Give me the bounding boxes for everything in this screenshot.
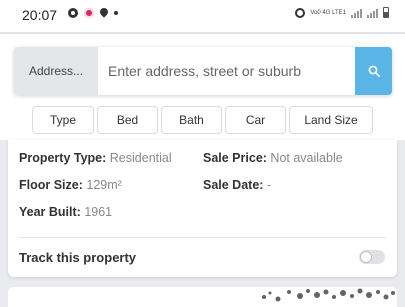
notification-icons — [68, 6, 118, 18]
instagram-icon — [84, 8, 94, 18]
battery-icon — [383, 7, 389, 18]
search-button[interactable] — [355, 47, 392, 95]
search-input[interactable] — [98, 47, 355, 95]
sale-price-value: Not available — [270, 151, 343, 165]
year-built-label: Year Built: — [19, 205, 81, 219]
location-icon — [98, 6, 110, 18]
sale-date-row: Sale Date: - — [203, 178, 271, 192]
signal-2-icon — [367, 8, 378, 18]
more-notifications-icon — [114, 11, 118, 15]
year-built-value: 1961 — [84, 205, 113, 219]
floor-size-label: Floor Size: — [19, 178, 83, 192]
track-property-label: Track this property — [19, 250, 137, 265]
track-property-toggle[interactable] — [359, 250, 385, 264]
sale-date-label: Sale Date: — [203, 178, 264, 192]
filter-bar: Type Bed Bath Car Land Size — [32, 106, 373, 134]
status-time: 20:07 — [22, 7, 58, 23]
sale-price-row: Sale Price: Not available — [203, 151, 343, 165]
sale-price-label: Sale Price: — [203, 151, 267, 165]
filter-bath[interactable]: Bath — [161, 106, 222, 134]
property-details-card: Property Type: Residential Sale Price: N… — [8, 140, 397, 277]
address-type-label: Address... — [28, 64, 84, 78]
toggle-knob — [360, 251, 372, 263]
search-bar: Address... — [14, 47, 392, 95]
sale-date-value: - — [266, 178, 272, 192]
network-type-text: Vo0 4G LTE1 — [310, 9, 346, 16]
year-built-row: Year Built: 1961 — [19, 205, 112, 219]
filter-land-size[interactable]: Land Size — [289, 106, 373, 134]
signal-icon — [351, 8, 362, 18]
status-bar: 20:07 Vo0 4G LTE1 — [0, 0, 405, 32]
floor-size-row: Floor Size: 129m² — [19, 178, 122, 192]
filter-type[interactable]: Type — [32, 106, 94, 134]
system-icons: Vo0 4G LTE1 — [295, 7, 389, 18]
property-type-row: Property Type: Residential — [19, 151, 172, 165]
search-icon — [368, 65, 380, 77]
alarm-icon — [295, 7, 306, 18]
floor-size-value: 129m² — [86, 178, 122, 192]
filter-bed[interactable]: Bed — [97, 106, 158, 134]
property-type-label: Property Type: — [19, 151, 107, 165]
next-listing-card[interactable] — [8, 287, 397, 307]
card-divider — [19, 237, 386, 238]
property-type-value: Residential — [109, 151, 172, 165]
listing-photo-thumbnail — [8, 287, 397, 307]
filter-car[interactable]: Car — [225, 106, 286, 134]
messenger-icon — [68, 8, 78, 18]
search-panel: Address... Type Bed Bath Car Land Size — [0, 34, 405, 140]
address-type-select[interactable]: Address... — [14, 47, 98, 95]
